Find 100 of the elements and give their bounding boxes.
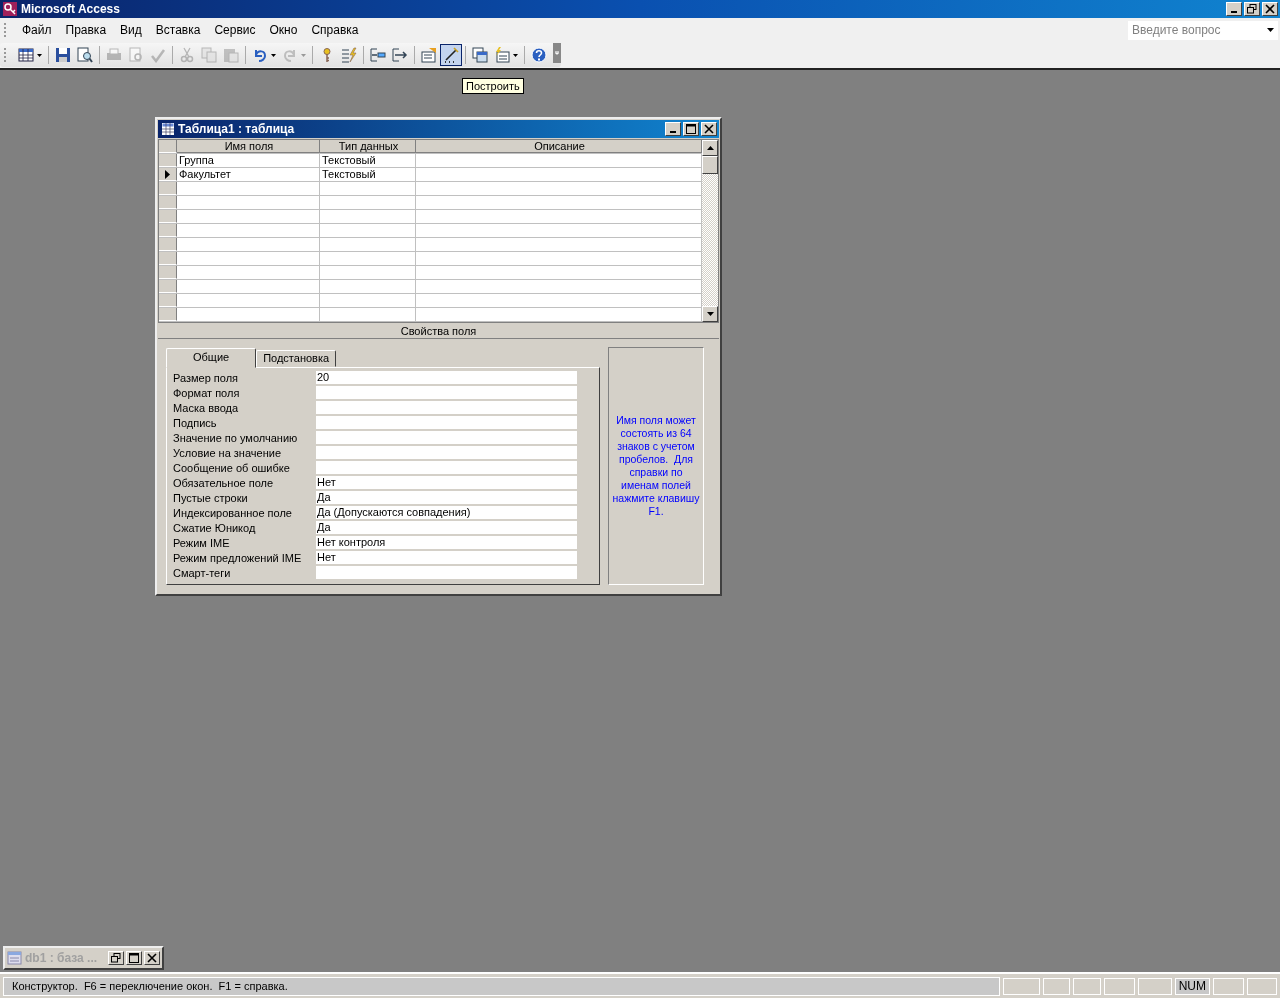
undo-icon [252, 47, 268, 63]
table-cell[interactable]: Группа [177, 154, 320, 167]
property-label: Сжатие Юникод [173, 521, 257, 534]
page-magnifier-icon [128, 47, 144, 63]
vertical-scrollbar[interactable] [702, 140, 718, 322]
restore-button[interactable] [108, 951, 124, 965]
property-label: Режим предложений IME [173, 551, 303, 564]
column-header[interactable]: Имя поля [177, 140, 320, 153]
property-field[interactable]: 20 [316, 371, 577, 384]
lightning-list-icon [341, 47, 357, 63]
toolbar-button[interactable] [440, 44, 462, 66]
database-icon [7, 950, 23, 966]
property-field[interactable]: Нет [316, 551, 577, 564]
close-button[interactable] [144, 951, 160, 965]
property-field[interactable]: Нет контроля [316, 536, 577, 549]
caret-icon [1267, 28, 1274, 32]
caret-icon [513, 53, 518, 57]
status-panel [1072, 977, 1101, 995]
close-button[interactable] [701, 122, 717, 136]
maximize-button[interactable] [126, 951, 142, 965]
status-panel [1002, 977, 1040, 995]
help-text: Имя поля может состоять из 64 знаков с учетом пробелов. Для справки по именам полей нажмите клавишу F1. [611, 414, 701, 518]
property-label: Маска ввода [173, 401, 240, 414]
close-icon [704, 124, 714, 134]
table-cell[interactable]: Текстовый [320, 168, 416, 181]
column-header[interactable]: Описание [416, 140, 702, 153]
property-field[interactable] [316, 461, 577, 474]
minimize-icon [670, 131, 676, 133]
insert-rows-icon [370, 47, 386, 63]
num-lock-indicator: NUM [1174, 977, 1210, 995]
minimize-button[interactable] [665, 122, 681, 136]
row-selector[interactable] [159, 168, 177, 181]
property-label: Подпись [173, 416, 218, 429]
restore-button[interactable] [1244, 2, 1260, 16]
menu-item[interactable]: Сервис [207, 23, 263, 37]
close-button[interactable] [1262, 2, 1278, 16]
column-header[interactable]: Тип данных [320, 140, 416, 153]
table-icon [162, 123, 174, 135]
magnifier-page-icon [77, 47, 93, 63]
property-label: Формат поля [173, 386, 241, 399]
menu-item[interactable]: Вставка [148, 23, 208, 37]
clipboard-icon [223, 47, 239, 63]
current-row-icon [165, 169, 170, 179]
property-field[interactable]: Да (Допускаются совпадения) [316, 506, 577, 519]
tab[interactable]: Подстановка [256, 350, 337, 367]
caret-icon [37, 53, 42, 57]
scissors-icon [179, 47, 195, 63]
table-cell[interactable]: Текстовый [320, 154, 416, 167]
maximize-icon [129, 953, 139, 963]
property-field[interactable] [316, 416, 577, 429]
property-label: Обязательное поле [173, 476, 275, 489]
property-label: Индексированное поле [173, 506, 293, 519]
redo-icon [282, 47, 298, 63]
menu-item[interactable]: Окно [262, 23, 305, 37]
maximize-button[interactable] [683, 122, 699, 136]
property-field[interactable]: Да [316, 521, 577, 534]
property-field[interactable]: Нет [316, 476, 577, 489]
property-field[interactable] [316, 446, 577, 459]
help-icon [531, 47, 547, 63]
property-field[interactable] [316, 566, 577, 579]
key-app-icon [2, 1, 18, 17]
property-label: Значение по умолчанию [173, 431, 299, 444]
grid-icon [18, 47, 34, 63]
minimize-icon [1231, 11, 1237, 13]
close-icon [1265, 4, 1275, 14]
minimize-button[interactable] [1226, 2, 1242, 16]
status-panel [1103, 977, 1135, 995]
menu-item[interactable]: Файл [15, 23, 59, 37]
status-text: Конструктор. F6 = переключение окон. F1 = справка. [3, 976, 1000, 996]
new-object-icon [494, 47, 510, 63]
menu-item[interactable]: Справка [304, 23, 366, 37]
copy-icon [201, 47, 217, 63]
spell-check-icon [150, 47, 166, 63]
app-title: Microsoft Access [21, 2, 121, 16]
up-arrow-icon [706, 146, 714, 150]
property-field[interactable] [316, 386, 577, 399]
property-label: Смарт-теги [173, 566, 232, 579]
menu-item[interactable]: Вид [113, 23, 149, 37]
restore-icon [1247, 4, 1257, 14]
help-question-field[interactable]: Введите вопрос [1128, 20, 1278, 40]
restore-icon [111, 953, 121, 963]
table-cell[interactable]: Факультет [177, 168, 320, 181]
caret-icon [301, 53, 306, 57]
property-field[interactable]: Да [316, 491, 577, 504]
property-label: Условие на значение [173, 446, 282, 459]
status-panel [1042, 977, 1070, 995]
property-label: Режим IME [173, 536, 231, 549]
scroll-thumb[interactable] [702, 156, 718, 174]
caret-icon [271, 53, 276, 57]
wand-icon [443, 47, 459, 63]
property-label: Размер поля [173, 371, 240, 384]
property-field[interactable] [316, 401, 577, 414]
maximize-icon [686, 124, 696, 134]
toolbar-button[interactable] [469, 44, 491, 66]
toolbar-options-icon[interactable] [553, 43, 561, 63]
delete-rows-icon [392, 47, 408, 63]
tab[interactable]: Общие [166, 348, 257, 368]
window-title: Таблица1 : таблица [178, 122, 296, 136]
menu-item[interactable]: Правка [58, 23, 114, 37]
property-field[interactable] [316, 431, 577, 444]
